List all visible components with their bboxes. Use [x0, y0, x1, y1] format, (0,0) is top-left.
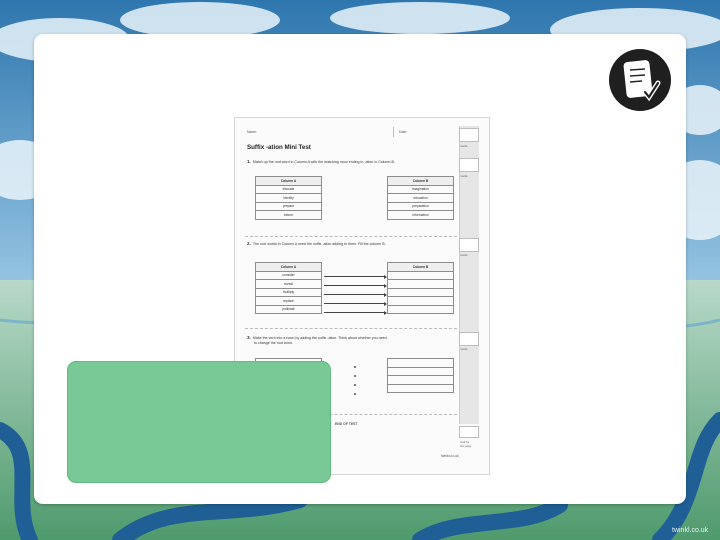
- table-cell: preparation: [387, 201, 454, 211]
- end-of-test-text: END OF TEST: [335, 422, 358, 426]
- table-cell: imagination: [387, 184, 454, 194]
- marks-label: marks: [460, 253, 468, 257]
- question-1: 1. Match up the root word in Column A wit…: [247, 159, 395, 165]
- table-cell: pollinate: [255, 304, 322, 314]
- date-label: Date:: [399, 130, 408, 134]
- table-cell: prepare: [255, 201, 322, 211]
- marks-box: [459, 158, 479, 172]
- answer-cell: [387, 287, 454, 297]
- bullet-dot: [354, 384, 356, 386]
- green-text-box: [67, 361, 331, 483]
- column-header: Column A: [255, 262, 322, 272]
- answer-cell: [387, 279, 454, 289]
- marks-label: marks: [460, 174, 468, 178]
- question-text: The root words in Column A need the suff…: [252, 242, 386, 246]
- total-box: [459, 426, 479, 438]
- answer-cell: [387, 304, 454, 314]
- arrow-icon: [324, 283, 387, 288]
- question-2: 2. The root words in Column A need the su…: [247, 241, 386, 247]
- section-divider: [245, 236, 457, 237]
- answer-cell: [387, 270, 454, 280]
- total-label: this page: [460, 444, 472, 448]
- section-divider: [245, 328, 457, 329]
- bullet-dot: [354, 393, 356, 395]
- arrow-icon: [324, 301, 387, 306]
- arrow-icon: [324, 292, 387, 297]
- twinkl-watermark: twinkl.co.uk: [672, 527, 709, 534]
- header-divider: [393, 127, 394, 137]
- marks-box: [459, 238, 479, 252]
- worksheet-title: Suffix -ation Mini Test: [247, 144, 311, 151]
- question-text: Make the verb into a noun by adding the …: [252, 336, 387, 340]
- q1-table: Column A Column B educate imagination ide…: [255, 176, 454, 220]
- table-cell: consider: [255, 270, 322, 280]
- arrow-icon: [324, 310, 387, 315]
- question-text: to change the root word.: [254, 340, 293, 345]
- column-header: Column B: [387, 262, 454, 272]
- table-cell: reveal: [255, 279, 322, 289]
- worksheet-footer: twinkl.co.uk: [441, 454, 459, 458]
- column-header: Column A: [255, 176, 322, 186]
- table-cell: educate: [255, 184, 322, 194]
- table-cell: multiply: [255, 287, 322, 297]
- column-header: Column B: [387, 176, 454, 186]
- arrow-icon: [324, 274, 387, 279]
- marks-box: [459, 332, 479, 346]
- question-number: 1.: [247, 159, 251, 164]
- test-paper-checkmark-icon: [609, 49, 671, 111]
- q2-table: Column A Column B consider reveal multip…: [255, 262, 454, 314]
- bullet-dot: [354, 366, 356, 368]
- marks-label: marks: [460, 144, 468, 148]
- table-cell: education: [387, 193, 454, 203]
- table-cell: identify: [255, 193, 322, 203]
- question-number: 2.: [247, 241, 251, 246]
- question-number: 3.: [247, 335, 251, 340]
- marks-label: marks: [460, 347, 468, 351]
- question-3: 3. Make the verb into a noun by adding th…: [247, 335, 387, 345]
- table-cell: inform: [255, 210, 322, 220]
- table-cell: information: [387, 210, 454, 220]
- question-text: Match up the root word in Column A with …: [252, 160, 395, 164]
- marks-box: [459, 128, 479, 142]
- name-label: Name:: [247, 130, 257, 134]
- table-cell: replace: [255, 296, 322, 306]
- bullet-dot: [354, 375, 356, 377]
- answer-cell: [387, 296, 454, 306]
